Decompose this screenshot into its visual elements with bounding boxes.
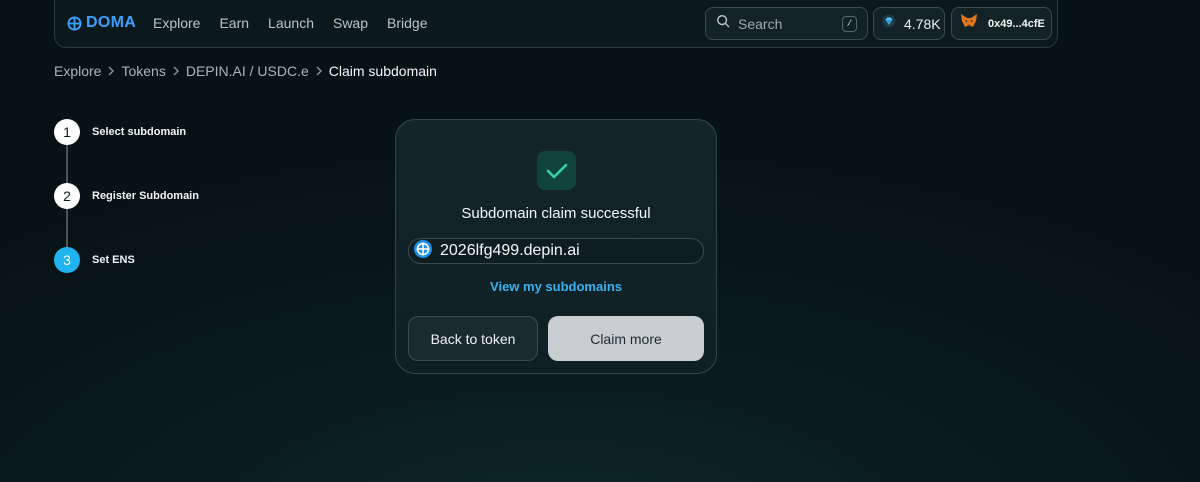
points-balance-button[interactable]: 4.78K	[873, 7, 945, 40]
nav-earn[interactable]: Earn	[219, 15, 249, 31]
metamask-fox-icon	[960, 13, 978, 34]
doma-logo[interactable]: DOMA	[67, 14, 136, 32]
step-connector	[66, 209, 68, 248]
claim-success-card: Subdomain claim successful 2026lfg499.de…	[395, 119, 717, 374]
wallet-button[interactable]: 0x49...4cfE	[951, 7, 1052, 40]
nav-explore[interactable]: Explore	[153, 15, 200, 31]
step-3: 3 Set ENS	[54, 247, 135, 273]
nav-bridge[interactable]: Bridge	[387, 15, 427, 31]
success-check-icon	[537, 151, 576, 190]
step-number: 1	[54, 119, 80, 145]
logo-text: DOMA	[86, 14, 137, 31]
nav-swap[interactable]: Swap	[333, 15, 368, 31]
search-input[interactable]: Search /	[705, 7, 868, 40]
doma-logo-icon	[67, 15, 82, 31]
search-shortcut-key: /	[842, 16, 857, 32]
points-value: 4.78K	[904, 15, 941, 32]
wallet-address: 0x49...4cfE	[988, 17, 1045, 30]
step-2: 2 Register Subdomain	[54, 183, 199, 209]
nav-launch[interactable]: Launch	[268, 15, 314, 31]
view-subdomains-link[interactable]: View my subdomains	[396, 279, 716, 294]
step-label: Register Subdomain	[92, 190, 199, 202]
back-to-token-button[interactable]: Back to token	[408, 316, 538, 361]
chevron-right-icon	[107, 66, 115, 76]
gem-icon	[882, 14, 896, 33]
breadcrumb-tokens[interactable]: Tokens	[121, 63, 165, 79]
claim-more-button[interactable]: Claim more	[548, 316, 704, 361]
step-1: 1 Select subdomain	[54, 119, 186, 145]
step-number: 3	[54, 247, 80, 273]
step-connector	[66, 145, 68, 184]
breadcrumb: Explore Tokens DEPIN.AI / USDC.e Claim s…	[54, 63, 437, 79]
success-title: Subdomain claim successful	[461, 205, 651, 222]
chevron-right-icon	[172, 66, 180, 76]
depin-token-icon	[414, 239, 432, 263]
main-nav: Explore Earn Launch Swap Bridge	[153, 15, 427, 31]
chevron-right-icon	[315, 66, 323, 76]
breadcrumb-current: Claim subdomain	[328, 63, 437, 79]
breadcrumb-explore[interactable]: Explore	[54, 63, 101, 79]
search-icon	[716, 14, 730, 33]
step-label: Set ENS	[92, 254, 135, 266]
claimed-domain-name: 2026lfg499.depin.ai	[440, 242, 580, 259]
breadcrumb-token-pair[interactable]: DEPIN.AI / USDC.e	[186, 63, 309, 79]
top-navbar: DOMA Explore Earn Launch Swap Bridge Sea…	[54, 0, 1058, 48]
step-number: 2	[54, 183, 80, 209]
claimed-domain-pill: 2026lfg499.depin.ai	[408, 238, 704, 264]
step-label: Select subdomain	[92, 126, 187, 138]
search-placeholder: Search	[738, 15, 783, 32]
